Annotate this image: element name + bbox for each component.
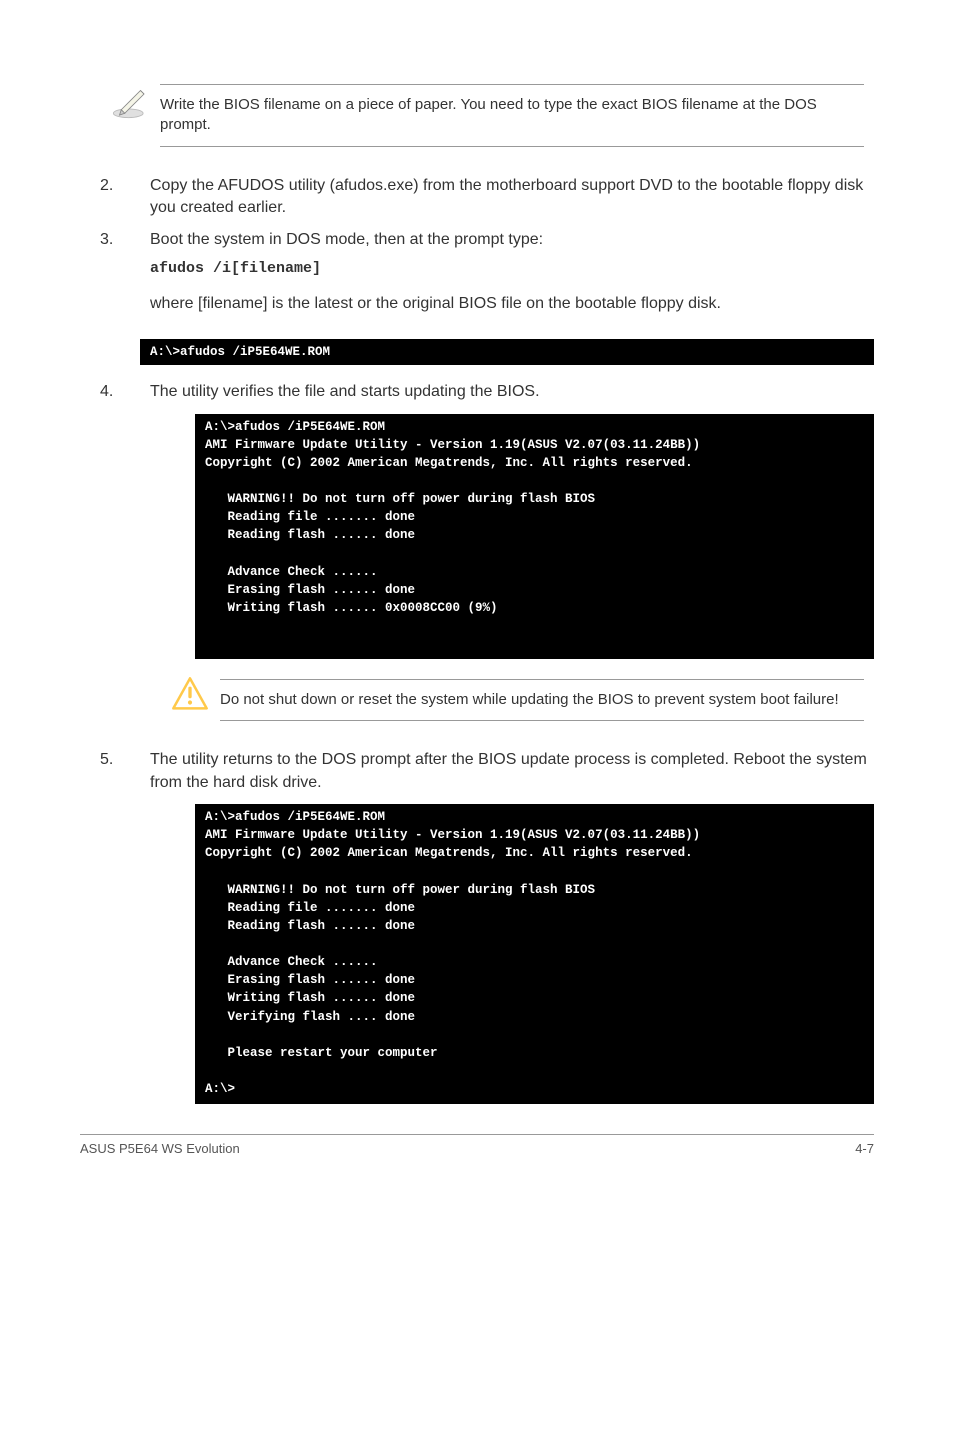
note-block: Write the BIOS filename on a piece of pa… bbox=[100, 80, 874, 157]
step-2: 2. Copy the AFUDOS utility (afudos.exe) … bbox=[100, 175, 874, 220]
divider bbox=[220, 679, 864, 680]
divider bbox=[220, 720, 864, 721]
warning-text: Do not shut down or reset the system whi… bbox=[220, 691, 839, 708]
step-text: The utility verifies the file and starts… bbox=[150, 381, 874, 403]
command-text: afudos /i[filename] bbox=[150, 258, 874, 279]
divider bbox=[160, 146, 864, 147]
step-text: Boot the system in DOS mode, then at the… bbox=[150, 231, 543, 248]
step-4: 4. The utility verifies the file and sta… bbox=[100, 381, 874, 403]
terminal-output: A:\>afudos /iP5E64WE.ROM AMI Firmware Up… bbox=[195, 414, 874, 660]
step-3: 3. Boot the system in DOS mode, then at … bbox=[100, 229, 874, 329]
divider bbox=[160, 84, 864, 85]
step-number: 3. bbox=[100, 229, 150, 251]
terminal-output: A:\>afudos /iP5E64WE.ROM AMI Firmware Up… bbox=[195, 804, 874, 1104]
footer-product: ASUS P5E64 WS Evolution bbox=[80, 1141, 240, 1156]
step-number: 2. bbox=[100, 175, 150, 197]
page-footer: ASUS P5E64 WS Evolution 4-7 bbox=[80, 1134, 874, 1156]
step-5: 5. The utility returns to the DOS prompt… bbox=[100, 749, 874, 794]
warning-block: Do not shut down or reset the system whi… bbox=[160, 675, 874, 731]
pencil-icon bbox=[100, 80, 160, 122]
footer-page-number: 4-7 bbox=[855, 1141, 874, 1156]
step-number: 5. bbox=[100, 749, 150, 771]
step-text: Copy the AFUDOS utility (afudos.exe) fro… bbox=[150, 175, 874, 220]
terminal-output: A:\>afudos /iP5E64WE.ROM bbox=[140, 339, 874, 365]
step-text: The utility returns to the DOS prompt af… bbox=[150, 749, 874, 794]
step-text-after: where [filename] is the latest or the or… bbox=[150, 293, 874, 315]
note-text: Write the BIOS filename on a piece of pa… bbox=[160, 96, 817, 133]
step-number: 4. bbox=[100, 381, 150, 403]
warning-icon bbox=[160, 675, 220, 715]
